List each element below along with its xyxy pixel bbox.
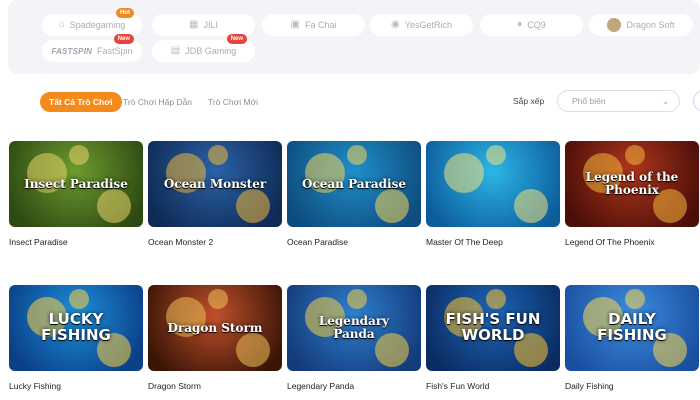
search-icon[interactable]	[693, 90, 700, 112]
game-name: Ocean Paradise	[287, 237, 348, 247]
art-decoration	[625, 289, 645, 309]
game-logo-text: Lucky Fishing	[41, 310, 111, 344]
art-decoration	[208, 145, 228, 165]
provider-chip[interactable]: Dragon Soft	[589, 14, 693, 36]
game-card[interactable]: Master Of The Deep	[426, 141, 560, 247]
game-name: Ocean Monster 2	[148, 237, 214, 247]
provider-badge: New	[113, 34, 134, 44]
art-decoration	[375, 189, 409, 223]
provider-label: Spadegaming	[69, 20, 126, 30]
art-decoration	[486, 145, 506, 165]
provider-chip[interactable]: ▦ JILI	[152, 14, 255, 36]
provider-badge: New	[226, 34, 247, 44]
game-name: Fish's Fun World	[426, 381, 490, 391]
game-card[interactable]: Insect Paradise Insect Paradise	[9, 141, 143, 247]
cq9-icon: ♦	[517, 19, 523, 30]
provider-label: YesGetRich	[404, 20, 452, 30]
provider-chip[interactable]: FASTSPIN FastSpin New	[42, 34, 142, 62]
provider-label: Fa Chai	[304, 20, 337, 30]
game-name: Daily Fishing	[565, 381, 614, 391]
spade-icon: ⌂	[58, 19, 65, 30]
provider-filter-panel	[8, 0, 700, 74]
art-decoration	[486, 289, 506, 309]
provider-label: JDB Gaming	[185, 46, 237, 56]
game-thumbnail[interactable]: Dragon Storm	[148, 285, 282, 371]
game-name: Dragon Storm	[148, 381, 201, 391]
game-card[interactable]: Legendary Panda Legendary Panda	[287, 285, 421, 391]
sort-select[interactable]: Phổ biến ⌄	[557, 90, 680, 112]
tab-0[interactable]: Tất Cả Trò Chơi	[40, 92, 122, 112]
game-logo-text: Daily Fishing	[597, 310, 667, 344]
game-card[interactable]: Ocean Monster Ocean Monster 2	[148, 141, 282, 247]
fastspin-icon: FASTSPIN	[51, 46, 93, 56]
game-card[interactable]: Lucky Fishing Lucky Fishing	[9, 285, 143, 391]
game-thumbnail[interactable]: Ocean Paradise	[287, 141, 421, 227]
game-logo-text: Legend of the Phoenix	[585, 170, 679, 197]
game-logo-text: Ocean Paradise	[302, 176, 406, 191]
fachai-icon: ▣	[290, 19, 300, 30]
jdb-icon: ▤	[170, 45, 181, 56]
provider-label: Dragon Soft	[626, 20, 675, 30]
art-decoration	[514, 189, 548, 223]
tab-2[interactable]: Trò Chơi Mới	[208, 92, 258, 112]
yesgetrich-icon: ◉	[391, 19, 400, 30]
art-decoration	[347, 289, 367, 309]
provider-label: JILI	[203, 20, 218, 30]
art-decoration	[69, 145, 89, 165]
game-name: Lucky Fishing	[9, 381, 61, 391]
provider-label: FastSpin	[97, 46, 133, 56]
provider-chip[interactable]: ▣ Fa Chai	[262, 14, 365, 36]
chevron-down-icon: ⌄	[662, 96, 669, 106]
art-decoration	[444, 153, 484, 193]
game-card[interactable]: Dragon Storm Dragon Storm	[148, 285, 282, 391]
provider-chip[interactable]: ◉ YesGetRich	[370, 14, 473, 36]
game-logo-text: Ocean Monster	[163, 176, 267, 191]
dragon-icon	[607, 18, 622, 32]
provider-chip[interactable]: ♦ CQ9	[480, 14, 583, 36]
game-thumbnail[interactable]: Ocean Monster	[148, 141, 282, 227]
provider-chip[interactable]: ▤ JDB Gaming New	[152, 34, 255, 62]
game-name: Legendary Panda	[287, 381, 355, 391]
tab-1[interactable]: Trò Chơi Hấp Dẫn	[123, 92, 192, 112]
sort-label: Sắp xếp	[513, 96, 545, 106]
art-decoration	[208, 289, 228, 309]
game-thumbnail[interactable]: Insect Paradise	[9, 141, 143, 227]
provider-chip[interactable]: ⌂ Spadegaming Hot	[42, 8, 142, 36]
game-card[interactable]: Fish's Fun World Fish's Fun World	[426, 285, 560, 391]
provider-label: CQ9	[527, 20, 546, 30]
game-name: Master Of The Deep	[426, 237, 503, 247]
game-logo-text: Fish's Fun World	[445, 310, 541, 344]
provider-badge: Hot	[116, 8, 134, 18]
game-thumbnail[interactable]: Lucky Fishing	[9, 285, 143, 371]
game-card[interactable]: Legend of the Phoenix Legend Of The Phoen…	[565, 141, 699, 247]
game-name: Insect Paradise	[9, 237, 68, 247]
game-card[interactable]: Daily Fishing Daily Fishing	[565, 285, 699, 391]
sort-value: Phổ biến	[572, 96, 606, 106]
art-decoration	[236, 333, 270, 367]
game-logo-text: Insect Paradise	[24, 176, 128, 191]
game-card[interactable]: Ocean Paradise Ocean Paradise	[287, 141, 421, 247]
game-thumbnail[interactable]: Fish's Fun World	[426, 285, 560, 371]
game-logo-text: Dragon Storm	[167, 320, 263, 335]
game-thumbnail[interactable]: Legendary Panda	[287, 285, 421, 371]
game-thumbnail[interactable]: Daily Fishing	[565, 285, 699, 371]
art-decoration	[236, 189, 270, 223]
art-decoration	[347, 145, 367, 165]
art-decoration	[97, 189, 131, 223]
game-name: Legend Of The Phoenix	[565, 237, 655, 247]
game-thumbnail[interactable]: Legend of the Phoenix	[565, 141, 699, 227]
jili-icon: ▦	[189, 19, 199, 30]
game-logo-text: Legendary Panda	[318, 314, 390, 341]
game-thumbnail[interactable]	[426, 141, 560, 227]
art-decoration	[69, 289, 89, 309]
art-decoration	[625, 145, 645, 165]
